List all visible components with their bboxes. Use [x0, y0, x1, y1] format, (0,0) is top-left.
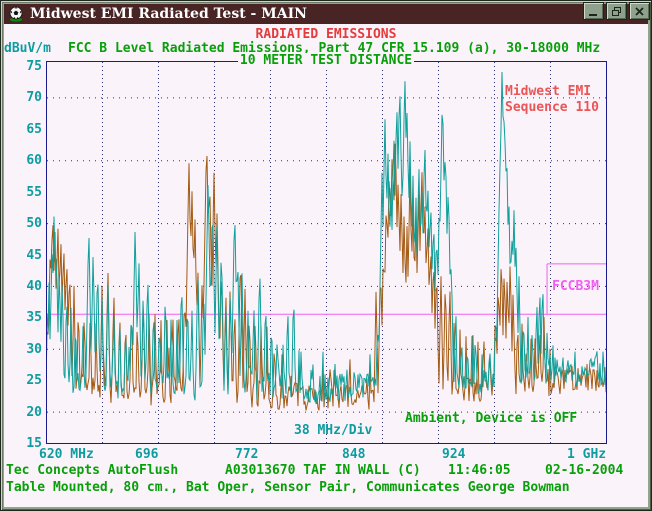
y-tick-label: 25: [4, 373, 42, 388]
y-tick-label: 55: [4, 185, 42, 200]
x-tick-label: 848: [342, 448, 365, 462]
y-tick-label: 20: [4, 405, 42, 420]
restore-icon: [610, 6, 623, 17]
status-setup-description: Table Mounted, 80 cm., Bat Oper, Sensor …: [6, 481, 570, 495]
status-operator: Tec Concepts AutoFlush: [6, 464, 178, 478]
status-date: 02-16-2004: [545, 464, 623, 478]
title-bar: Midwest EMI Radiated Test - MAIN: [4, 4, 648, 24]
emissions-plot: [46, 61, 607, 444]
close-button[interactable]: [629, 2, 650, 20]
x-tick-label: 924: [442, 448, 465, 462]
frequency-per-division-label: 38 MHz/Div: [294, 424, 372, 438]
x-tick-label: 620 MHz: [39, 448, 94, 462]
source-annotation-line2: Sequence 110: [505, 101, 599, 115]
y-tick-label: 50: [4, 216, 42, 231]
restore-button[interactable]: [606, 2, 627, 20]
limit-line-label: FCCB3M: [552, 280, 599, 294]
window-title: Midwest EMI Radiated Test - MAIN: [30, 4, 307, 24]
y-tick-label: 30: [4, 342, 42, 357]
minimize-icon: [587, 6, 600, 17]
minimize-button[interactable]: [583, 2, 604, 20]
y-tick-label: 15: [4, 436, 42, 451]
page-title: RADIATED EMISSIONS: [4, 28, 648, 42]
y-tick-label: 65: [4, 122, 42, 137]
source-annotation-line1: Midwest EMI: [505, 85, 591, 99]
x-tick-label: 1 GHz: [567, 448, 606, 462]
ambient-note: Ambient, Device is OFF: [405, 412, 577, 426]
status-device-id: A03013670 TAF IN WALL (C): [225, 464, 421, 478]
y-tick-label: 45: [4, 248, 42, 263]
y-tick-label: 70: [4, 90, 42, 105]
close-icon: [633, 6, 646, 17]
y-tick-label: 35: [4, 310, 42, 325]
status-time: 11:46:05: [448, 464, 511, 478]
x-tick-label: 772: [235, 448, 258, 462]
test-distance-label: 10 METER TEST DISTANCE: [4, 54, 648, 68]
x-tick-label: 696: [135, 448, 158, 462]
client-area: RADIATED EMISSIONS dBuV/m FCC B Level Ra…: [4, 24, 648, 507]
y-tick-label: 60: [4, 153, 42, 168]
app-soccer-ball-icon[interactable]: [8, 6, 24, 22]
y-tick-label: 40: [4, 279, 42, 294]
